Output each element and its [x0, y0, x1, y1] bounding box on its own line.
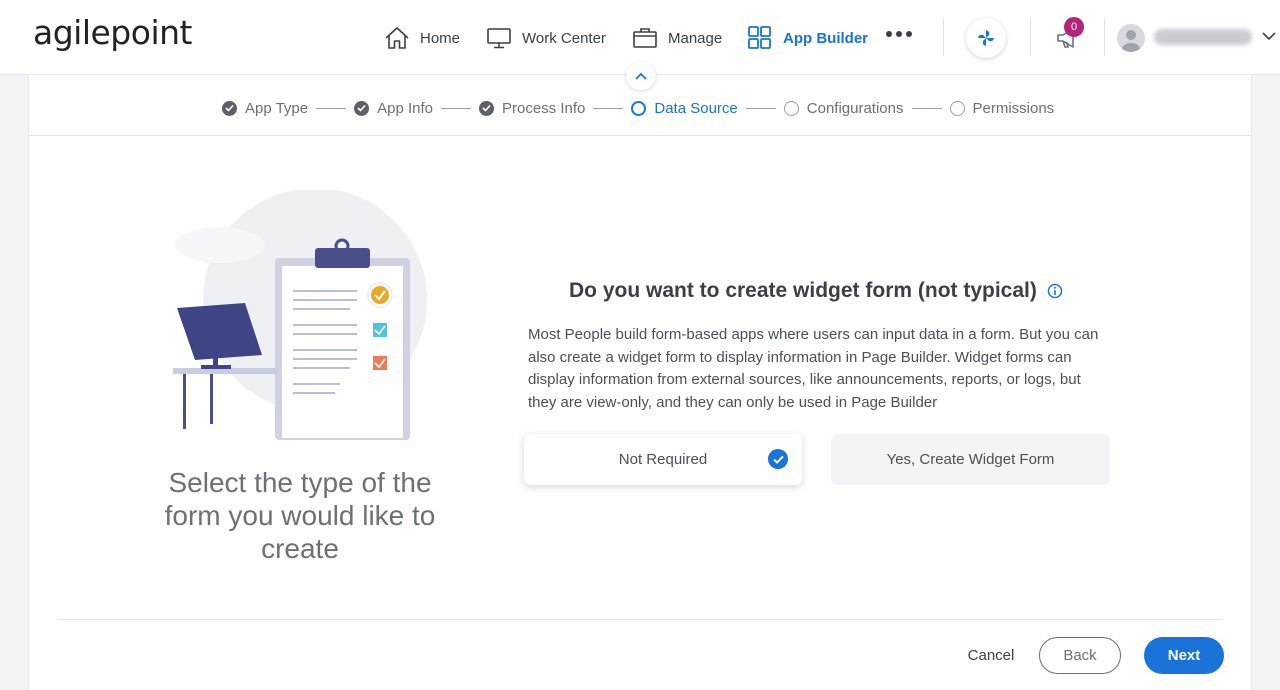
collapse-header-button[interactable] [626, 62, 656, 90]
question-description: Most People build form-based apps where … [528, 326, 1099, 411]
nav-app-builder-label: App Builder [783, 29, 868, 47]
step-label: Configurations [806, 99, 904, 117]
step-connector [911, 107, 942, 109]
clipboard-illustration [173, 190, 427, 440]
chevron-up-icon [635, 72, 647, 80]
nav-home-label: Home [420, 29, 461, 47]
chevron-down-icon[interactable] [1262, 31, 1276, 41]
nav-work-center-label: Work Center [522, 29, 606, 47]
nav-home[interactable]: Home [384, 22, 460, 54]
step-label: Permissions [972, 99, 1055, 117]
page-margin-right [1252, 75, 1280, 690]
pinwheel-icon [978, 30, 994, 46]
step-permissions[interactable]: Permissions [949, 99, 1055, 117]
info-icon[interactable] [1047, 283, 1063, 299]
home-icon [385, 27, 409, 49]
question-text: Do you want to create widget form (not t… [569, 279, 1037, 302]
ai-assistant-button[interactable] [966, 18, 1006, 58]
check-circle-icon [479, 100, 494, 116]
check-circle-icon [354, 100, 370, 116]
nav-divider [1030, 18, 1031, 56]
step-label: Process Info [502, 99, 586, 117]
user-name-blurred[interactable] [1154, 29, 1252, 45]
selected-check-icon [768, 449, 788, 469]
monitor-icon [487, 28, 511, 49]
step-label: App Type [245, 99, 309, 117]
wizard-stepper: App Type App Info Process Info Data Sour… [222, 98, 1054, 118]
nav-manage[interactable]: Manage [632, 22, 722, 54]
question-heading: Do you want to create widget form (not t… [569, 279, 1063, 303]
nav-divider [943, 18, 944, 56]
empty-circle-icon [949, 100, 965, 116]
step-app-type[interactable]: App Type [222, 100, 308, 117]
option-label: Yes, Create Widget Form [886, 451, 1055, 468]
nav-app-builder[interactable]: App Builder [747, 22, 868, 54]
app-grid-icon [748, 26, 771, 49]
step-configurations[interactable]: Configurations [783, 99, 904, 117]
page-margin-left [0, 75, 28, 690]
more-menu-icon[interactable] [886, 31, 912, 37]
page-tagline: Select the type of the form you would li… [164, 467, 436, 564]
next-button[interactable]: Next [1144, 637, 1224, 674]
step-process-info[interactable]: Process Info [479, 100, 585, 117]
option-create-widget-form[interactable]: Yes, Create Widget Form [831, 434, 1110, 485]
step-app-info[interactable]: App Info [354, 100, 433, 117]
user-icon [1122, 30, 1140, 52]
step-connector [745, 107, 776, 109]
cancel-button[interactable]: Cancel [955, 637, 1027, 674]
nav-manage-label: Manage [668, 29, 723, 47]
current-step-icon [631, 100, 647, 116]
briefcase-icon [633, 28, 657, 48]
step-connector [316, 107, 347, 109]
step-connector [441, 107, 471, 109]
footer-divider [57, 619, 1223, 620]
step-label: App Info [377, 99, 433, 117]
agilepoint-logo[interactable]: agilepoint [33, 13, 192, 52]
notification-badge: 0 [1064, 17, 1084, 37]
option-label: Not Required [618, 451, 708, 468]
step-data-source[interactable]: Data Source [631, 99, 738, 117]
check-circle-icon [222, 100, 237, 116]
user-avatar[interactable] [1117, 24, 1145, 52]
back-button[interactable]: Back [1039, 637, 1121, 674]
empty-circle-icon [783, 100, 799, 116]
option-not-required[interactable]: Not Required [524, 434, 802, 485]
step-connector [593, 107, 624, 109]
nav-divider [1104, 18, 1105, 56]
step-label: Data Source [654, 99, 738, 117]
nav-work-center[interactable]: Work Center [486, 22, 606, 54]
stepper-divider [29, 135, 1251, 136]
